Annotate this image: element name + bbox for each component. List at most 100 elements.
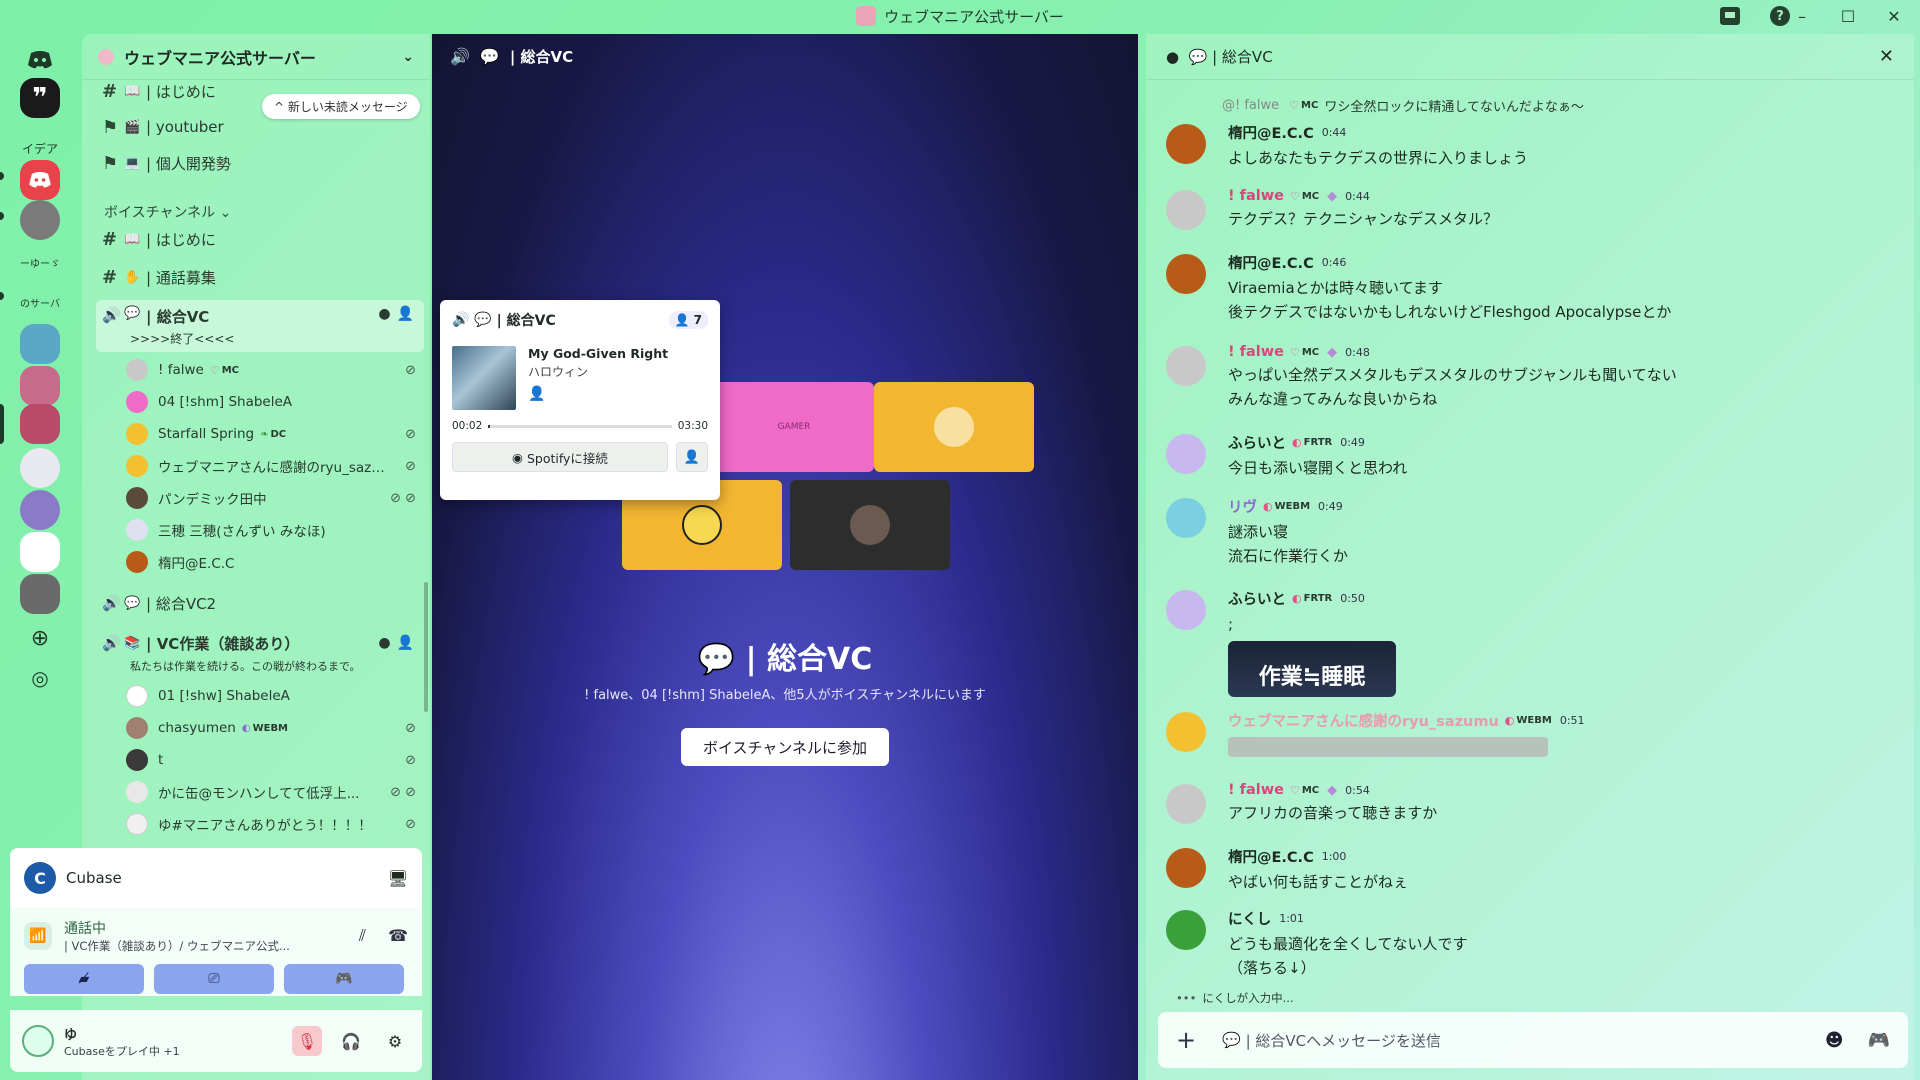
headphones-icon[interactable]: 🎧 [336,1026,366,1056]
maximize-icon[interactable]: ☐ [1836,4,1860,28]
channel-tsuwa-boshu[interactable]: # ✋ | 通話募集 [96,260,424,294]
sidebar-scrollbar[interactable] [424,582,428,712]
activities-button[interactable]: 🎮 [284,964,404,994]
help-icon[interactable]: ? [1768,4,1792,28]
server-yuyu[interactable]: ーゆーゞ [20,242,60,282]
channel-youtuber[interactable]: ⚑ 🎬 | youtuber [96,110,424,144]
avatar[interactable] [1166,784,1206,824]
listen-along-button[interactable]: 👤 [676,442,708,472]
gamepad-icon[interactable]: 🎮 [1868,1030,1890,1051]
server-anime2[interactable] [20,490,60,530]
chat-message[interactable]: リヴ ◐ WEBM 0:49 謎添い寝 流石に作業行くか [1166,496,1906,567]
avatar[interactable] [1166,254,1206,294]
server-white[interactable] [20,532,60,572]
close-icon[interactable]: ✕ [1882,4,1906,28]
chat-message[interactable]: ふらいと ◐ FRTR 0:49 今日も添い寝開くと思われ [1166,432,1906,479]
channel-kojin[interactable]: ⚑ 💻 | 個人開発勢 [96,146,424,180]
message-author[interactable]: ! falwe [1228,782,1284,798]
explore-icon[interactable]: ◎ [20,658,60,698]
server-header[interactable]: ウェブマニア公式サーバー ⌄ [82,34,430,80]
home-discord-icon[interactable] [20,40,60,80]
message-author[interactable]: 楕円@E.C.C [1228,122,1314,143]
chat-message[interactable]: 楕円@E.C.C 0:44 よしあなたもテクデスの世界に入りましょう [1166,122,1906,169]
server-no-server[interactable]: のサーバ [20,282,60,322]
message-author[interactable]: ふらいと [1228,432,1286,453]
chat-message[interactable]: 楕円@E.C.C 0:46 Viraemiaとかは時々聴いてます 後テクデスではないか… [1166,252,1906,323]
vc-user[interactable]: ゆ#マニアさんありがとう！！！！ ⊘ [126,810,426,838]
voice-channel-sogo2[interactable]: 🔊 💬 | 総合VC2 [96,586,424,620]
server-pink[interactable] [20,366,60,406]
screen-share-icon[interactable]: 🖥 [388,869,408,888]
server-discord-icon[interactable] [20,160,60,200]
vc-user[interactable]: Starfall Spring ❧ DC ⊘ [126,420,426,448]
server-anime1[interactable] [20,448,60,488]
avatar[interactable] [1166,848,1206,888]
channel-voice-hajimeni[interactable]: # 📖 | はじめに [96,222,424,256]
server-current[interactable] [20,404,60,444]
chat-message[interactable]: ウェブマニアさんに感謝のryu_sazumu ◐ WEBM 0:51 [1166,710,1906,757]
chat-message[interactable]: ふらいと ◐ FRTR 0:50; 作業≒睡眠 [1166,588,1906,697]
voice-channel-work[interactable]: 🔊 📚 | VC作業（雑談あり） ● 👤 [96,626,424,660]
noise-suppression-icon[interactable]: ⫽ [359,926,366,946]
activity-panel[interactable]: C Cubase 🖥 [10,848,422,908]
chat-message[interactable]: ! falwe ♡ MC ◆ 0:48 やっぱい全然デスメタルもデスメタルのサブジャンルも… [1166,344,1906,410]
server-quote-icon[interactable]: ❞ [20,78,60,118]
add-attachment-icon[interactable]: + [1176,1026,1196,1054]
avatar[interactable] [1166,590,1206,630]
message-author[interactable]: ! falwe [1228,344,1284,360]
vc-user[interactable]: ! falwe ♡ MC ⊘ [126,356,426,384]
camera-off-button[interactable]: ▰̸ [24,964,144,994]
participant-tile[interactable] [790,480,950,570]
voice-channel-path[interactable]: | VC作業（雑談あり）/ ウェブマニア公式... [64,938,290,954]
avatar[interactable] [22,1025,54,1057]
disconnect-icon[interactable]: ☎ [388,926,408,946]
chat-bubble-icon[interactable]: ● [378,306,390,322]
vc-user[interactable]: 三穂 三穂(さんずい みなほ) [126,516,426,544]
vc-user[interactable]: かに缶@モンハンしてて低浮上... ⊘ ⊘ [126,778,426,806]
chat-message[interactable]: ! falwe ♡ MC ◆ 0:54 アフリカの音楽って聴きますか [1166,782,1906,824]
message-author[interactable]: ! falwe [1228,188,1284,204]
server-avatar[interactable] [20,200,60,240]
image-attachment[interactable]: 作業≒睡眠 [1228,641,1396,697]
vc-user[interactable]: 04 [!shm] ShabeleA [126,388,426,416]
avatar[interactable] [1166,434,1206,474]
screen-share-button[interactable]: ⎚ [154,964,274,994]
server-sunglasses[interactable] [20,574,60,614]
chat-message[interactable]: にくし 1:01 どうも最適化を全くしてない人です （落ちる↓） [1166,908,1906,979]
avatar[interactable] [1166,712,1206,752]
add-server-icon[interactable]: ⊕ [20,618,60,658]
chat-bubble-icon[interactable]: ● [378,635,390,651]
emoji-icon[interactable]: ☻ [1825,1030,1844,1051]
close-icon[interactable]: ✕ [1879,46,1894,67]
message-author[interactable]: リヴ [1228,496,1257,517]
avatar[interactable] [1166,124,1206,164]
gear-icon[interactable]: ⚙ [380,1026,410,1056]
avatar[interactable] [1166,910,1206,950]
signal-icon[interactable]: 📶 [24,922,52,950]
category-voice[interactable]: ボイスチャンネル ⌄ [104,202,231,222]
message-author[interactable]: ふらいと [1228,588,1286,609]
message-author[interactable]: ウェブマニアさんに感謝のryu_sazumu [1228,710,1499,731]
avatar[interactable] [1166,190,1206,230]
participant-tile[interactable] [874,382,1034,472]
avatar[interactable] [1166,498,1206,538]
reply-reference[interactable]: @! falwe ♡ MC ワシ全然ロックに精通してないんだよなぁ～ [1222,96,1584,115]
chat-message[interactable]: 楕円@E.C.C 1:00 やばい何も話すことがねぇ [1166,846,1906,893]
vc-user[interactable]: 01 [!shw] ShabeleA [126,682,426,710]
inbox-icon[interactable] [1718,4,1742,28]
minimize-icon[interactable]: – [1790,4,1814,28]
spotify-connect-button[interactable]: ◉ Spotifyに接続 [452,442,668,472]
avatar[interactable] [1166,346,1206,386]
vc-user[interactable]: ウェブマニアさんに感謝のryu_sazumu ⊘ [126,452,426,480]
message-author[interactable]: 楕円@E.C.C [1228,252,1314,273]
server-blue[interactable] [20,324,60,364]
add-member-icon[interactable]: 👤 [397,306,414,322]
spoiler-content[interactable] [1228,737,1548,757]
message-author[interactable]: にくし [1228,908,1271,929]
add-member-icon[interactable]: 👤 [397,635,414,651]
vc-user[interactable]: パンデミック田中 ⊘ ⊘ [126,484,426,512]
mic-muted-icon[interactable]: 🎙 [292,1026,322,1056]
vc-user[interactable]: 楕円@E.C.C [126,548,426,576]
message-input[interactable]: + 💬 | 総合VCへメッセージを送信 ☻ 🎮 [1158,1012,1908,1068]
chat-message[interactable]: ! falwe ♡ MC ◆ 0:44 テクデス？テクニシャンなデスメタル？ [1166,188,1906,230]
